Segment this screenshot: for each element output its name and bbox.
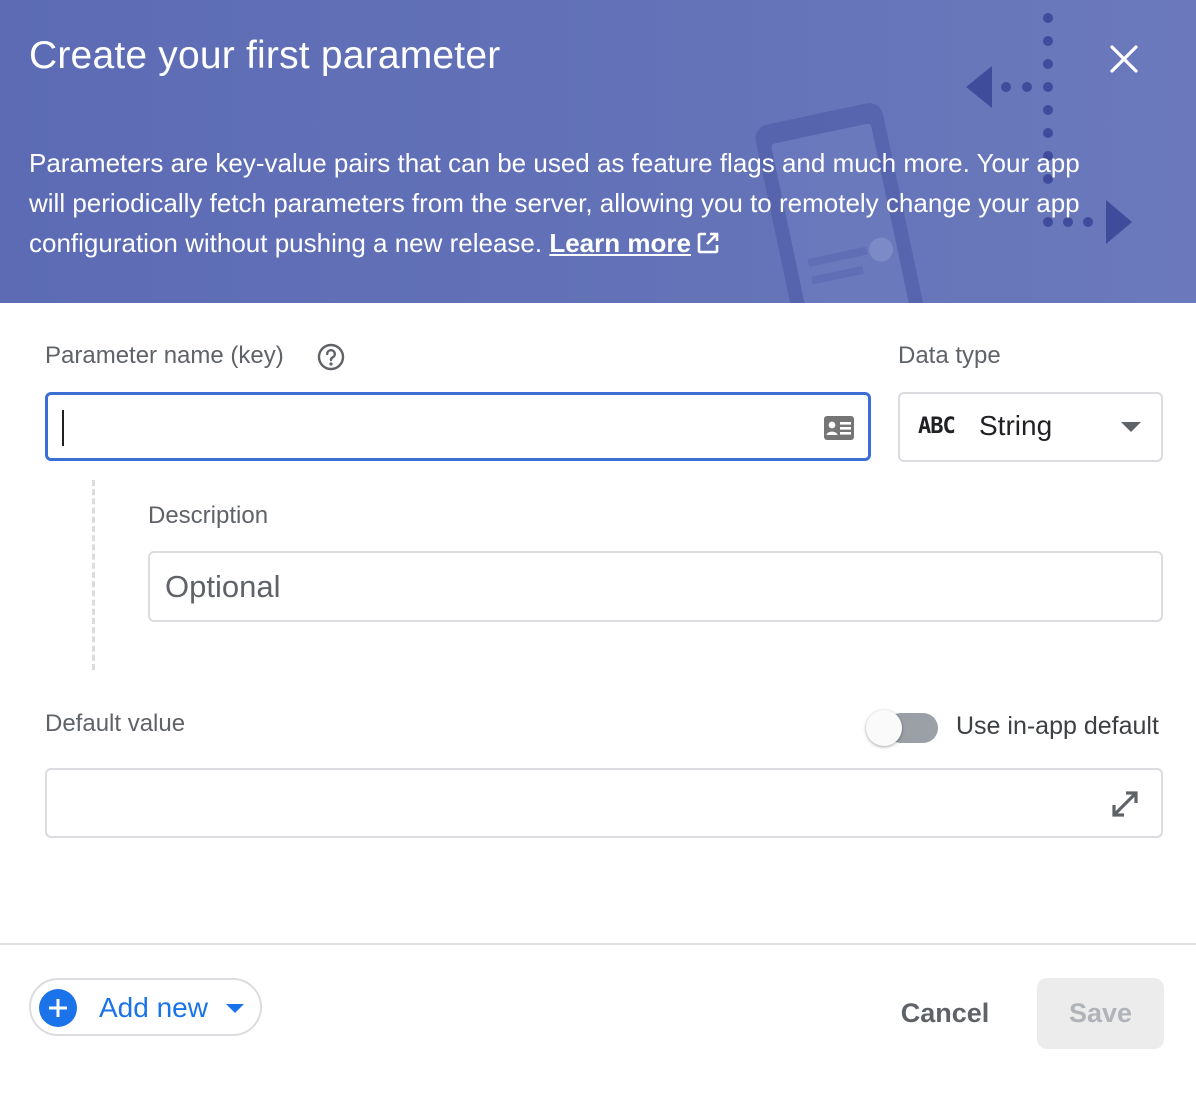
add-new-button[interactable]: Add new <box>29 978 262 1036</box>
nesting-guide <box>92 480 95 670</box>
footer-divider <box>0 943 1196 945</box>
help-circle-icon[interactable] <box>317 343 345 371</box>
plus-circle-icon <box>39 989 77 1027</box>
parameter-name-input[interactable] <box>45 392 871 461</box>
contact-card-icon[interactable] <box>823 415 855 441</box>
close-icon <box>1110 45 1138 73</box>
abc-type-icon: ABC <box>918 414 956 439</box>
data-type-label: Data type <box>898 342 1001 369</box>
dialog-description: Parameters are key-value pairs that can … <box>29 143 1099 263</box>
caret-down-icon <box>226 1004 244 1013</box>
use-in-app-default-label: Use in-app default <box>956 712 1159 740</box>
parameter-name-label: Parameter name (key) <box>45 342 284 369</box>
caret-down-icon <box>1121 422 1141 432</box>
dialog-title: Create your first parameter <box>29 34 501 77</box>
use-in-app-default-toggle[interactable] <box>866 710 940 746</box>
default-value-label: Default value <box>45 710 186 737</box>
learn-more-link[interactable]: Learn more <box>549 228 721 258</box>
cancel-button[interactable]: Cancel <box>887 978 1003 1048</box>
data-type-select[interactable]: ABC String <box>898 392 1163 462</box>
description-input[interactable] <box>148 551 1163 622</box>
open-in-new-icon <box>697 232 719 254</box>
add-new-label: Add new <box>99 992 208 1023</box>
save-button[interactable]: Save <box>1037 978 1164 1049</box>
dialog-header: Create your first parameter Parameters a… <box>0 0 1196 303</box>
description-label: Description <box>148 502 269 529</box>
data-type-value: String <box>979 410 1053 441</box>
toggle-knob <box>866 710 902 746</box>
expand-icon[interactable] <box>1105 784 1145 824</box>
text-caret <box>62 410 64 446</box>
learn-more-label: Learn more <box>549 228 691 258</box>
default-value-input[interactable] <box>45 768 1163 838</box>
close-button[interactable] <box>1104 39 1144 79</box>
